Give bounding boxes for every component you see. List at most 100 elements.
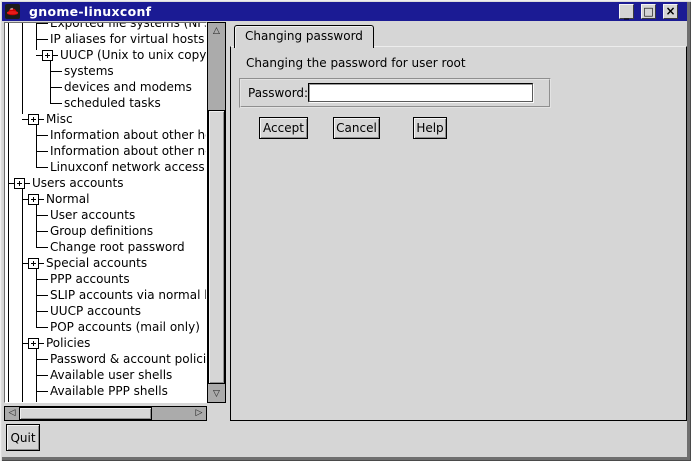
tree-item-uucp-accounts[interactable]: UUCP accounts: [5, 303, 206, 319]
scroll-left-icon: ◁: [9, 409, 16, 418]
tree-branch-tick: [36, 295, 48, 296]
tree-item-label[interactable]: POP accounts (mail only): [50, 319, 200, 335]
gnome-linuxconf-window: gnome-linuxconf _ □ × Exported file syst…: [0, 0, 691, 461]
tree-branch-tick: [36, 167, 48, 168]
tree-item-password-account-policies[interactable]: Password & account policies: [5, 351, 206, 367]
tree-item-linuxconf-network-access[interactable]: Linuxconf network access: [5, 159, 206, 175]
redhat-logo-icon[interactable]: [5, 4, 20, 19]
tree-item-user-accounts[interactable]: User accounts: [5, 207, 206, 223]
tree-item-label[interactable]: Policies: [46, 335, 90, 351]
tree-item-label[interactable]: User accounts: [50, 207, 135, 223]
expander-plus-icon[interactable]: [28, 258, 39, 269]
horizontal-scrollbar-thumb[interactable]: [19, 407, 152, 420]
tree-item-special-accounts[interactable]: Special accounts: [5, 255, 206, 271]
tree-branch-tick: [50, 71, 62, 72]
maximize-button[interactable]: □: [641, 4, 656, 19]
tree-item-label[interactable]: Users accounts: [32, 175, 123, 191]
tree-branch-tick: [36, 23, 48, 24]
tree-item-misc[interactable]: Misc: [5, 111, 206, 127]
scroll-right-icon: ▷: [196, 409, 203, 418]
scroll-down-icon: ▽: [213, 390, 220, 399]
tree-item-group-definitions[interactable]: Group definitions: [5, 223, 206, 239]
tree-item-information-about-other-hosts[interactable]: Information about other hosts: [5, 127, 206, 143]
tree-item-devices-and-modems[interactable]: devices and modems: [5, 79, 206, 95]
scroll-up-button[interactable]: △: [208, 23, 225, 39]
tree-item-label[interactable]: Change root password: [50, 239, 185, 255]
tree-item-label[interactable]: scheduled tasks: [64, 95, 161, 111]
expander-plus-icon[interactable]: [14, 178, 25, 189]
password-frame: Password:: [239, 78, 551, 108]
tree-item-label[interactable]: UUCP accounts: [50, 303, 141, 319]
tree-item-label[interactable]: systems: [64, 63, 114, 79]
tree-item-change-root-password[interactable]: Change root password: [5, 239, 206, 255]
tree-item-label[interactable]: Password & account policies: [50, 351, 206, 367]
help-button[interactable]: Help: [413, 117, 447, 139]
tree-item-label[interactable]: Exported file systems (NFS): [50, 22, 206, 31]
cancel-button[interactable]: Cancel: [333, 117, 380, 139]
tree-item-information-about-other-networks[interactable]: Information about other networks: [5, 143, 206, 159]
scroll-right-button[interactable]: ▷: [192, 407, 206, 420]
tree-item-label[interactable]: Available PPP shells: [50, 383, 168, 399]
tree-item-normal[interactable]: Normal: [5, 191, 206, 207]
tree-item-slip-accounts-via-normal-login[interactable]: SLIP accounts via normal login: [5, 287, 206, 303]
tree-branch-tick: [36, 39, 48, 40]
minimize-icon: _: [624, 10, 629, 20]
tree-item-label[interactable]: Group definitions: [50, 223, 153, 239]
tab-changing-password[interactable]: Changing password: [234, 25, 374, 48]
tree-item-label[interactable]: IP aliases for virtual hosts: [50, 31, 204, 47]
password-label: Password:: [248, 80, 308, 106]
tree-item-uucp-unix-to-unix-copy[interactable]: UUCP (Unix to unix copy): [5, 47, 206, 63]
tree-branch-tick: [36, 391, 48, 392]
minimize-button[interactable]: _: [619, 4, 634, 19]
tree-branch-tick: [36, 375, 48, 376]
config-tree-panel: Exported file systems (NFS)IP aliases fo…: [4, 22, 207, 403]
scroll-up-icon: △: [213, 27, 220, 36]
tree-branch-tick: [50, 87, 62, 88]
tree-branch-tick: [50, 103, 62, 104]
accept-button[interactable]: Accept: [259, 117, 308, 139]
expander-plus-icon[interactable]: [28, 194, 39, 205]
tree-vertical-scrollbar[interactable]: △ ▽: [207, 22, 226, 403]
changing-password-page: Changing the password for user root Pass…: [230, 46, 687, 421]
tree-branch-tick: [36, 231, 48, 232]
tree-item-policies[interactable]: Policies: [5, 335, 206, 351]
tree-branch-tick: [36, 359, 48, 360]
tree-item-label[interactable]: Available user shells: [50, 367, 172, 383]
tree-item-label[interactable]: Misc: [46, 111, 73, 127]
tree-item-label[interactable]: Normal: [46, 191, 89, 207]
expander-plus-icon[interactable]: [28, 338, 39, 349]
tree-item-systems[interactable]: systems: [5, 63, 206, 79]
tree-item-label[interactable]: SLIP accounts via normal login: [50, 287, 206, 303]
tree-item-label[interactable]: PPP accounts: [50, 271, 130, 287]
tree-item-scheduled-tasks[interactable]: scheduled tasks: [5, 95, 206, 111]
tree-item-label[interactable]: Special accounts: [46, 255, 147, 271]
scroll-down-button[interactable]: ▽: [208, 386, 225, 402]
window-controls: _ □ ×: [619, 4, 678, 19]
maximize-icon: □: [643, 6, 653, 17]
quit-button[interactable]: Quit: [6, 424, 40, 451]
close-button[interactable]: ×: [663, 4, 678, 19]
tree-item-ip-aliases-for-virtual-hosts[interactable]: IP aliases for virtual hosts: [5, 31, 206, 47]
titlebar[interactable]: gnome-linuxconf _ □ ×: [2, 2, 687, 21]
tree-item-label[interactable]: UUCP (Unix to unix copy): [60, 47, 206, 63]
expander-plus-icon[interactable]: [28, 114, 39, 125]
tree-item-label[interactable]: devices and modems: [64, 79, 192, 95]
tree-branch-tick: [36, 247, 48, 248]
close-icon: ×: [665, 5, 675, 17]
tree-item-label[interactable]: Linuxconf network access: [50, 159, 205, 175]
tree-item-label[interactable]: Information about other networks: [50, 143, 206, 159]
password-input[interactable]: [308, 83, 533, 102]
vertical-scrollbar-thumb[interactable]: [208, 110, 225, 384]
tree-branch-tick: [36, 279, 48, 280]
tree-item-available-ppp-shells[interactable]: Available PPP shells: [5, 383, 206, 399]
scroll-left-button[interactable]: ◁: [5, 407, 19, 420]
tree-branch-tick: [36, 327, 48, 328]
tree-item-pop-accounts-mail-only[interactable]: POP accounts (mail only): [5, 319, 206, 335]
expander-plus-icon[interactable]: [42, 50, 53, 61]
tree-item-exported-file-systems-nfs[interactable]: Exported file systems (NFS): [5, 22, 206, 31]
tree-item-available-user-shells[interactable]: Available user shells: [5, 367, 206, 383]
tree-item-users-accounts[interactable]: Users accounts: [5, 175, 206, 191]
tree-horizontal-scrollbar[interactable]: ◁ ▷: [4, 406, 207, 421]
tree-item-label[interactable]: Information about other hosts: [50, 127, 206, 143]
tree-item-ppp-accounts[interactable]: PPP accounts: [5, 271, 206, 287]
